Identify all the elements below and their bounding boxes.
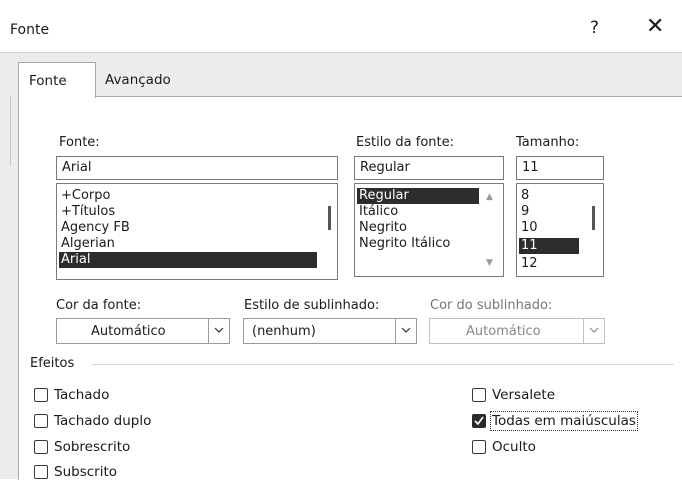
chevron-down-icon[interactable] [395,319,416,343]
list-item[interactable]: Algerian [61,236,115,252]
font-color-label: Cor da fonte: [56,298,142,313]
checkbox-label: Tachado [54,387,110,403]
checkbox-box[interactable] [472,388,486,402]
list-item[interactable]: 10 [521,220,538,236]
font-color-dropdown[interactable]: Automático [56,318,230,344]
list-item[interactable]: +Títulos [61,204,115,220]
help-button[interactable]: ? [590,18,599,38]
checkbox-label: Versalete [492,387,556,403]
list-item-selected[interactable]: 11 [519,238,579,254]
size-label: Tamanho: [516,135,580,150]
font-listbox[interactable]: +Corpo +Títulos Agency FB Algerian Arial [56,183,338,280]
underline-color-label: Cor do sublinhado: [430,298,553,313]
list-item-selected[interactable]: Arial [59,252,317,268]
checkbox-box[interactable] [34,465,48,479]
close-button[interactable]: ✕ [646,14,664,39]
style-listbox[interactable]: Regular Itálico Negrito Negrito Itálico … [354,183,504,277]
dialog-title: Fonte [10,22,50,38]
checkbox-box[interactable] [34,414,48,428]
checkbox-box-checked[interactable] [472,414,486,428]
left-edge-divider [10,96,11,166]
list-item[interactable]: +Corpo [61,188,110,204]
checkbox-box[interactable] [34,388,48,402]
checkmark-icon [474,416,484,426]
underline-color-dropdown[interactable]: Automático [429,318,605,344]
style-input[interactable]: Regular [354,156,504,180]
effects-divider [92,364,674,365]
list-item[interactable]: 9 [521,204,529,220]
font-dialog: Fonte ? ✕ Fonte Avançado Fonte: Arial +C… [0,0,682,480]
size-scrollbar-thumb[interactable] [592,206,595,230]
chevron-down-icon[interactable] [583,319,604,343]
effects-label: Efeitos [30,356,75,371]
font-color-value: Automático [91,324,166,339]
list-item[interactable]: 8 [521,188,529,204]
size-input[interactable]: 11 [516,156,604,180]
scroll-down-icon[interactable]: ▼ [486,258,493,268]
tab-avancado-label: Avançado [105,72,171,88]
chevron-down-icon[interactable] [208,319,229,343]
scroll-up-icon[interactable]: ▲ [486,192,493,202]
font-label: Fonte: [59,135,100,150]
font-input[interactable]: Arial [56,156,338,180]
checkbox-label: Subscrito [54,464,118,480]
list-item[interactable]: Negrito Itálico [359,236,450,252]
list-item[interactable]: 12 [521,256,538,272]
checkbox-label: Sobrescrito [54,439,131,455]
underline-color-value: Automático [466,324,541,339]
title-bar: Fonte ? ✕ [0,0,682,53]
checkbox-label: Tachado duplo [54,413,152,429]
tab-fonte-label: Fonte [29,73,67,89]
list-item[interactable]: Itálico [359,204,398,220]
tab-fonte[interactable]: Fonte [18,62,96,98]
checkbox-box[interactable] [34,440,48,454]
tab-avancado[interactable]: Avançado [95,62,189,96]
size-listbox[interactable]: 8 9 10 11 12 [516,183,604,277]
underline-style-value: (nenhum) [252,324,316,339]
list-item-selected[interactable]: Regular [357,188,479,204]
list-item[interactable]: Agency FB [61,220,130,236]
underline-style-label: Estilo de sublinhado: [244,298,380,313]
font-scrollbar-thumb[interactable] [328,206,331,230]
underline-style-dropdown[interactable]: (nenhum) [243,318,417,344]
checkbox-label: Oculto [492,439,536,455]
list-item[interactable]: Negrito [359,220,407,236]
checkbox-label: Todas em maiúsculas [490,411,638,431]
style-label: Estilo da fonte: [356,135,454,150]
checkbox-box[interactable] [472,440,486,454]
